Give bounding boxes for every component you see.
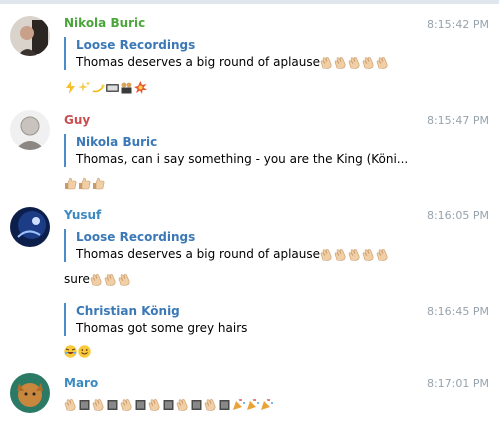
clap-emoji [176,398,188,411]
timestamp: 8:17:01 PM [426,377,489,390]
top-divider [0,0,499,4]
reply-author: Loose Recordings [76,38,196,52]
party-popper-emoji [247,398,259,410]
message-text: sure [64,271,132,287]
message-text-content: sure [64,272,90,286]
missing-glyph-box [219,400,230,410]
thumbs-row [64,175,106,191]
clap-emoji [320,56,332,69]
thumbs-up-emoji [65,177,77,190]
party-popper-emoji [233,398,245,410]
emoji-line [64,79,148,95]
missing-glyph-box [107,400,118,410]
reply-quote[interactable]: Christian König Thomas got some grey hai… [64,303,247,336]
clap-emoji [92,398,104,411]
reply-quote[interactable]: Nikola Buric Thomas, can i say something… [64,134,408,167]
timestamp: 8:15:47 PM [426,114,489,127]
clap-emoji [120,398,132,411]
missing-glyph-box [191,400,202,410]
party-popper-emoji [261,398,273,410]
reply-quote[interactable]: Loose Recordings Thomas deserves a big r… [64,37,390,70]
thumbs-up-emoji [93,177,105,190]
missing-glyph-box [79,400,90,410]
clap-emoji [118,273,130,286]
people-emoji [121,82,132,94]
keyboard-emoji [106,84,119,92]
sparkles-emoji [78,81,91,92]
reply-text: Thomas got some grey hairs [76,321,248,335]
reply-text: Thomas deserves a big round of aplause [76,54,390,70]
reply-text: Thomas, can i say something - you are th… [76,152,409,166]
avatar-guy[interactable] [10,110,50,150]
clap-emoji [376,56,388,69]
avatar-maro[interactable] [10,373,50,413]
clap-emoji [362,248,374,261]
clap-emoji [348,248,360,261]
timestamp: 8:15:42 PM [426,18,489,31]
emoji-line [64,343,92,359]
emoji-line [64,396,274,412]
timestamp: 8:16:05 PM [426,209,489,222]
missing-glyph-box [163,400,174,410]
collision-emoji [134,81,147,94]
author-name[interactable]: Guy [64,113,90,127]
missing-glyph-box [135,400,146,410]
clap-emoji [204,398,216,411]
clap-emoji [320,248,332,261]
clap-emoji-row [320,247,390,261]
author-name[interactable]: Maro [64,376,98,390]
clap-emoji [334,56,346,69]
author-name[interactable]: Nikola Buric [64,16,145,30]
reply-text: Thomas deserves a big round of aplause [76,246,390,262]
clap-emoji [148,398,160,411]
avatar-yusuf[interactable] [10,207,50,247]
clap-emoji [362,56,374,69]
clap-emoji [104,273,116,286]
reply-author: Loose Recordings [76,230,196,244]
clap-emoji [348,56,360,69]
author-name[interactable]: Yusuf [64,208,101,222]
clap-emoji [334,248,346,261]
timestamp: 8:16:45 PM [426,305,489,318]
smile-emoji [78,345,91,358]
reply-quote[interactable]: Loose Recordings Thomas deserves a big r… [64,229,390,262]
reply-author: Nikola Buric [76,135,158,149]
dizzy-emoji [92,84,105,93]
clap-emoji [64,398,76,411]
thumbs-up-emoji [79,177,91,190]
joy-emoji [64,345,77,358]
avatar-nikola[interactable] [10,16,50,56]
clap-emoji [90,273,102,286]
reply-author: Christian König [76,304,180,318]
clap-emoji [376,248,388,261]
clap-emoji-row [90,272,132,286]
clap-emoji-row [320,55,390,69]
lightning-emoji [66,81,75,94]
reply-text-content: Thomas deserves a big round of aplause [76,247,320,261]
reply-text-content: Thomas deserves a big round of aplause [76,55,320,69]
